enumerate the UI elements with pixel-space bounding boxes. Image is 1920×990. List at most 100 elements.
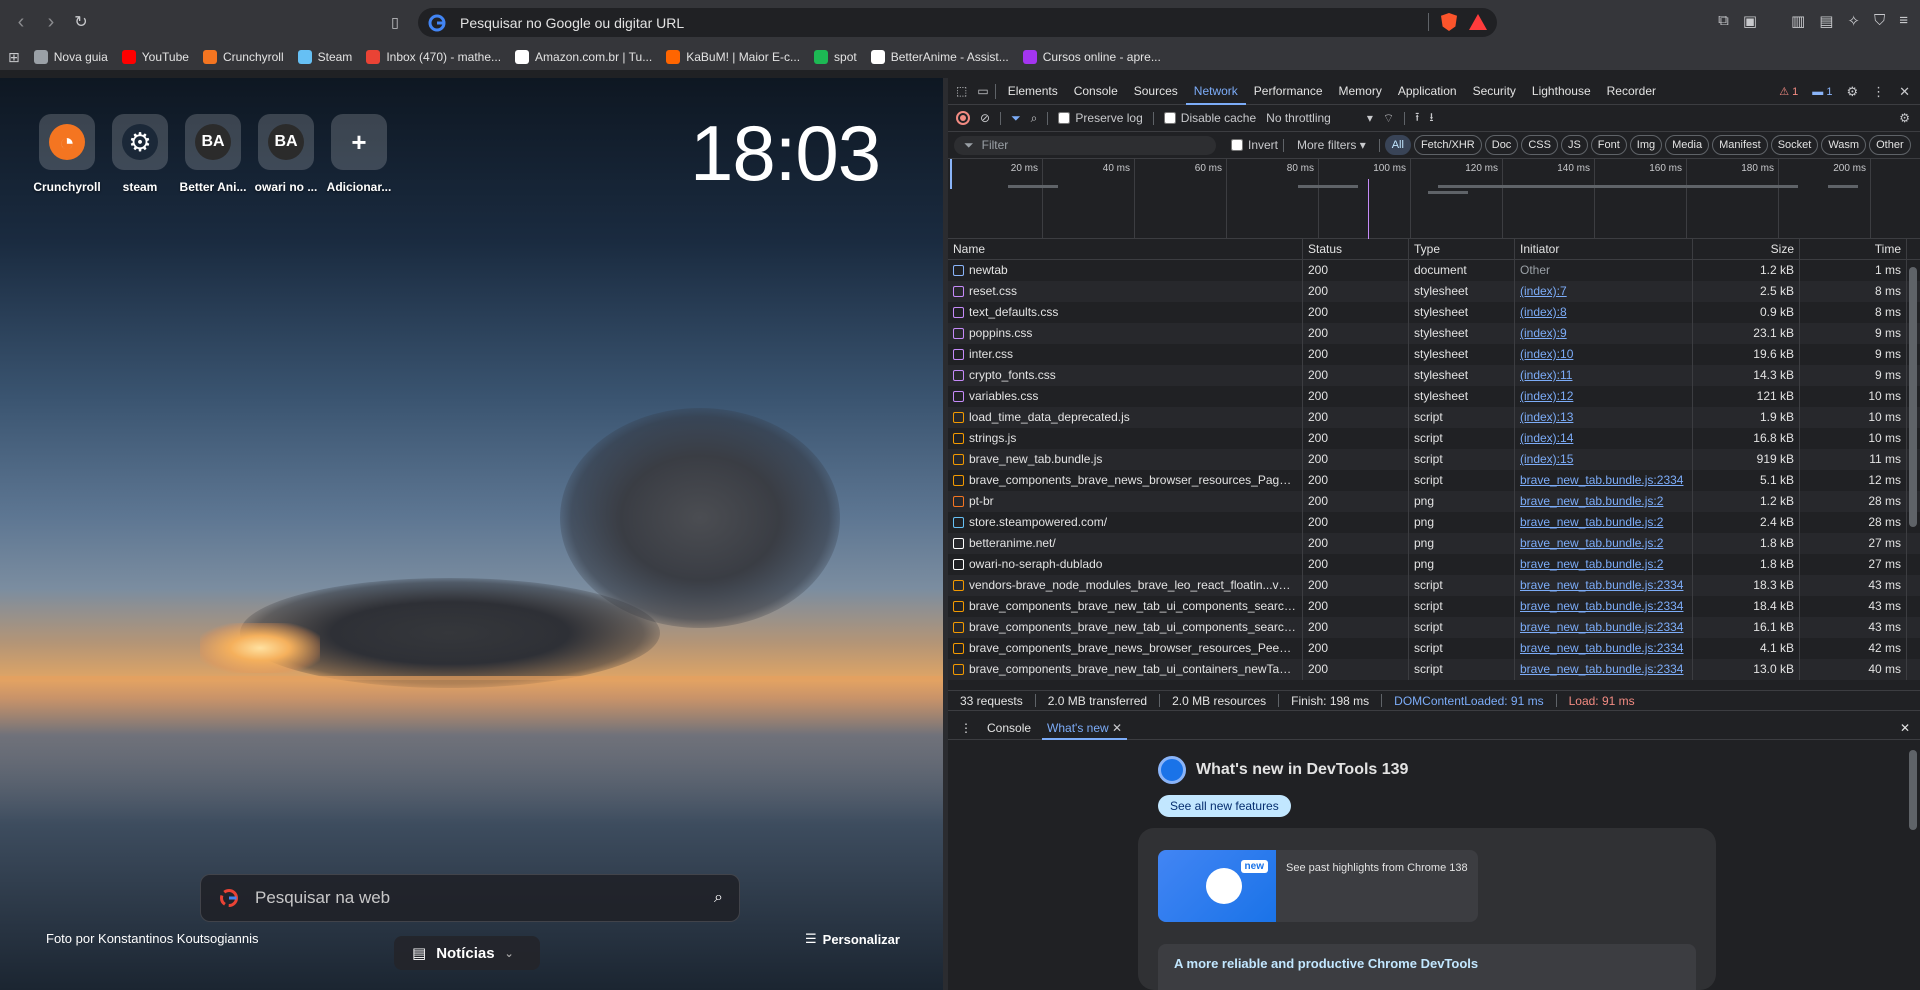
drawer-tab-console[interactable]: Console	[982, 716, 1036, 740]
filter-chip-wasm[interactable]: Wasm	[1821, 135, 1867, 155]
column-header-size[interactable]: Size	[1693, 239, 1800, 259]
vpn-icon[interactable]: ⛉	[1874, 12, 1885, 30]
table-row[interactable]: pt-br 200 png brave_new_tab.bundle.js:2 1.2 …	[948, 491, 1920, 512]
filter-chip-all[interactable]: All	[1384, 135, 1411, 155]
request-name-cell[interactable]: variables.css	[948, 386, 1303, 407]
throttling-select[interactable]: No throttling ▾	[1266, 111, 1373, 125]
top-site-tile[interactable]: + Adicionar...	[327, 114, 391, 194]
bookmark-item[interactable]: YouTube	[121, 50, 189, 64]
initiator-cell[interactable]: brave_new_tab.bundle.js:2334	[1515, 617, 1693, 638]
initiator-cell[interactable]: (index):11	[1515, 365, 1693, 386]
web-search-input[interactable]	[255, 888, 685, 908]
tab-sources[interactable]: Sources	[1126, 78, 1186, 105]
photo-credit[interactable]: Foto por Konstantinos Koutsogiannis	[46, 931, 258, 946]
filter-chip-js[interactable]: JS	[1560, 135, 1588, 155]
disable-cache-checkbox[interactable]: Disable cache	[1163, 111, 1256, 125]
request-name-cell[interactable]: load_time_data_deprecated.js	[948, 407, 1303, 428]
request-name-cell[interactable]: pt-br	[948, 491, 1303, 512]
inspect-element-icon[interactable]: ⬚	[956, 84, 967, 98]
initiator-link[interactable]: brave_new_tab.bundle.js:2334	[1520, 578, 1683, 592]
section-heading[interactable]: A more reliable and productive Chrome De…	[1158, 944, 1696, 990]
filter-chip-font[interactable]: Font	[1590, 135, 1627, 155]
request-name-cell[interactable]: brave_components_brave_new_tab_ui_contai…	[948, 659, 1303, 680]
top-site-tile[interactable]: BA owari no ...	[255, 114, 317, 194]
bookmark-item[interactable]: Crunchyroll	[202, 50, 284, 64]
initiator-cell[interactable]: (index):7	[1515, 281, 1693, 302]
table-row[interactable]: brave_components_brave_new_tab_ui_compon…	[948, 617, 1920, 638]
address-bar[interactable]: Pesquisar no Google ou digitar URL	[418, 8, 1497, 37]
table-row[interactable]: store.steampowered.com/200 png brave_new_t…	[948, 512, 1920, 533]
tab-memory[interactable]: Memory	[1331, 78, 1390, 105]
clear-icon[interactable]: ⊘	[980, 111, 990, 125]
news-button[interactable]: ▤ Notícias ⌄	[394, 936, 540, 970]
initiator-link[interactable]: brave_new_tab.bundle.js:2334	[1520, 641, 1683, 655]
bookmark-page-icon[interactable]: ▯	[382, 9, 408, 35]
network-settings-icon[interactable]: ⚙	[1899, 111, 1910, 125]
table-row[interactable]: crypto_fonts.css 200 stylesheet (index):11 1…	[948, 365, 1920, 386]
initiator-cell[interactable]: brave_new_tab.bundle.js:2334	[1515, 575, 1693, 596]
initiator-link[interactable]: brave_new_tab.bundle.js:2334	[1520, 620, 1683, 634]
bookmark-item[interactable]: Cursos online - apre...	[1022, 50, 1161, 64]
tab-recorder[interactable]: Recorder	[1599, 78, 1664, 105]
web-search-box[interactable]: ⌕	[200, 874, 740, 922]
initiator-cell[interactable]: (index):13	[1515, 407, 1693, 428]
request-name-cell[interactable]: vendors-brave_node_modules_brave_leo_rea…	[948, 575, 1303, 596]
request-name-cell[interactable]: crypto_fonts.css	[948, 365, 1303, 386]
settings-gear-icon[interactable]: ⚙	[1846, 84, 1858, 100]
request-name-cell[interactable]: strings.js	[948, 428, 1303, 449]
filter-input[interactable]: ⏷ Filter	[954, 135, 1216, 155]
request-name-cell[interactable]: poppins.css	[948, 323, 1303, 344]
table-scrollbar[interactable]	[1909, 267, 1917, 527]
network-conditions-icon[interactable]: ⌔	[1383, 111, 1394, 126]
table-row[interactable]: betteranime.net/200 png brave_new_tab.bund…	[948, 533, 1920, 554]
search-icon[interactable]: ⌕	[1031, 111, 1038, 126]
request-name-cell[interactable]: reset.css	[948, 281, 1303, 302]
initiator-link[interactable]: brave_new_tab.bundle.js:2	[1520, 536, 1663, 550]
column-header-name[interactable]: Name	[948, 239, 1303, 259]
initiator-cell[interactable]: brave_new_tab.bundle.js:2	[1515, 554, 1693, 575]
back-button[interactable]: ‹	[8, 9, 34, 35]
initiator-cell[interactable]: (index):14	[1515, 428, 1693, 449]
leo-ai-icon[interactable]: ✧	[1847, 12, 1860, 30]
initiator-link[interactable]: brave_new_tab.bundle.js:2	[1520, 515, 1663, 529]
table-row[interactable]: reset.css 200 stylesheet (index):7 2.5 kB 8 m…	[948, 281, 1920, 302]
close-icon[interactable]: ✕	[1899, 84, 1910, 100]
see-all-features-button[interactable]: See all new features	[1158, 795, 1291, 817]
initiator-link[interactable]: (index):14	[1520, 431, 1573, 445]
initiator-link[interactable]: brave_new_tab.bundle.js:2334	[1520, 473, 1683, 487]
bookmark-item[interactable]: KaBuM! | Maior E-c...	[666, 50, 800, 64]
export-har-icon[interactable]: ⭳	[1429, 108, 1433, 129]
column-header-status[interactable]: Status	[1303, 239, 1409, 259]
bookmark-item[interactable]: Amazon.com.br | Tu...	[515, 50, 652, 64]
filter-chip-css[interactable]: CSS	[1521, 135, 1558, 155]
drawer-tab-what-s-new[interactable]: What's new ✕	[1042, 716, 1128, 740]
past-highlights-link[interactable]: new See past highlights from Chrome 138	[1158, 850, 1478, 922]
initiator-link[interactable]: brave_new_tab.bundle.js:2334	[1520, 599, 1683, 613]
initiator-cell[interactable]: (index):8	[1515, 302, 1693, 323]
filter-chip-fetch-xhr[interactable]: Fetch/XHR	[1413, 135, 1482, 155]
initiator-link[interactable]: (index):7	[1520, 284, 1567, 298]
customize-button[interactable]: ☰ Personalizar	[805, 931, 900, 947]
extensions-icon[interactable]: ⧉	[1718, 12, 1729, 30]
request-name-cell[interactable]: store.steampowered.com/	[948, 512, 1303, 533]
table-row[interactable]: inter.css 200 stylesheet (index):10 19.6 kB 9…	[948, 344, 1920, 365]
initiator-link[interactable]: (index):11	[1520, 368, 1572, 382]
initiator-cell[interactable]: (index):12	[1515, 386, 1693, 407]
invert-checkbox[interactable]: Invert	[1231, 138, 1278, 152]
table-row[interactable]: brave_components_brave_new_tab_ui_contai…	[948, 659, 1920, 680]
initiator-link[interactable]: (index):12	[1520, 389, 1573, 403]
table-row[interactable]: strings.js 200 script (index):14 16.8 kB 10 m…	[948, 428, 1920, 449]
initiator-cell[interactable]: brave_new_tab.bundle.js:2334	[1515, 596, 1693, 617]
close-tab-icon[interactable]: ✕	[1109, 721, 1122, 735]
initiator-link[interactable]: brave_new_tab.bundle.js:2334	[1520, 662, 1683, 676]
column-header-type[interactable]: Type	[1409, 239, 1515, 259]
filter-chip-manifest[interactable]: Manifest	[1712, 135, 1768, 155]
filter-chip-doc[interactable]: Doc	[1484, 135, 1519, 155]
table-row[interactable]: load_time_data_deprecated.js 200 script (in…	[948, 407, 1920, 428]
request-name-cell[interactable]: newtab	[948, 260, 1303, 281]
table-row[interactable]: variables.css 200 stylesheet (index):12 121 …	[948, 386, 1920, 407]
initiator-link[interactable]: (index):8	[1520, 305, 1567, 319]
initiator-cell[interactable]: (index):9	[1515, 323, 1693, 344]
table-row[interactable]: newtab 200 document Other 1.2 kB 1 ms	[948, 260, 1920, 281]
brave-rewards-icon[interactable]	[1469, 14, 1487, 30]
